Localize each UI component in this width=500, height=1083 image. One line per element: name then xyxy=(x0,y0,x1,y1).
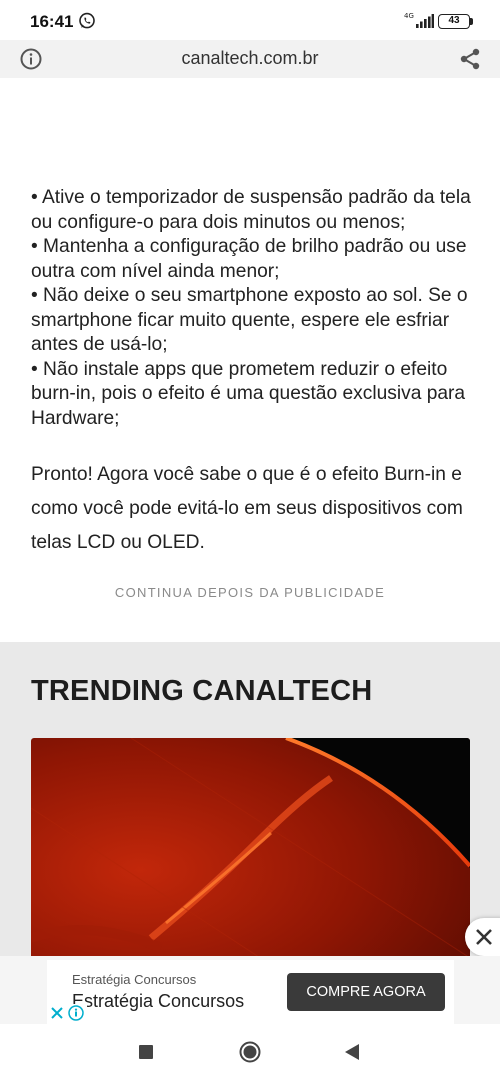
list-item: • Mantenha a configuração de brilho padr… xyxy=(31,236,467,282)
battery-tip xyxy=(470,18,473,25)
url-text[interactable]: canaltech.com.br xyxy=(0,48,500,69)
list-item: • Não instale apps que prometem reduzir … xyxy=(31,358,466,429)
status-bar: 16:41 4G 43 xyxy=(0,0,500,40)
home-icon[interactable] xyxy=(239,1041,261,1063)
whatsapp-icon xyxy=(79,12,95,29)
article-tips-list: • Ative o temporizador de suspensão padr… xyxy=(31,186,476,431)
back-icon[interactable] xyxy=(344,1043,360,1061)
browser-url-bar[interactable]: canaltech.com.br xyxy=(0,40,500,78)
buy-now-button[interactable]: COMPRE AGORA xyxy=(287,973,445,1011)
close-ad-button[interactable] xyxy=(465,918,500,956)
ad-advertiser: Estratégia Concursos xyxy=(72,972,197,987)
battery-level: 43 xyxy=(448,15,460,26)
signal-icon xyxy=(416,14,434,28)
close-icon[interactable] xyxy=(475,928,493,946)
network-type-label: 4G xyxy=(404,12,414,20)
recents-icon[interactable] xyxy=(139,1045,153,1059)
trending-section: TRENDING CANALTECH xyxy=(0,642,500,978)
solar-image xyxy=(31,738,470,978)
system-nav-bar xyxy=(0,1024,500,1083)
adchoices-icon[interactable] xyxy=(47,1004,87,1022)
adchoices-badge[interactable] xyxy=(47,1004,87,1022)
ad-headline[interactable]: Estratégia Concursos xyxy=(72,991,244,1012)
share-icon[interactable] xyxy=(458,47,482,71)
article-conclusion: Pronto! Agora você sabe o que é o efeito… xyxy=(31,464,463,553)
list-item: • Não deixe o seu smartphone exposto ao … xyxy=(31,285,468,355)
list-item: • Ative o temporizador de suspensão padr… xyxy=(31,187,471,233)
ad-notice: CONTINUA DEPOIS DA PUBLICIDADE xyxy=(114,585,386,600)
ad-banner[interactable]: Estratégia Concursos Estratégia Concurso… xyxy=(0,956,500,1024)
section-title: TRENDING CANALTECH xyxy=(31,675,373,707)
trending-article-image[interactable] xyxy=(31,738,470,978)
battery-indicator: 43 xyxy=(438,14,470,29)
status-time: 16:41 xyxy=(30,12,74,31)
ad-card[interactable]: Estratégia Concursos Estratégia Concurso… xyxy=(47,960,454,1024)
